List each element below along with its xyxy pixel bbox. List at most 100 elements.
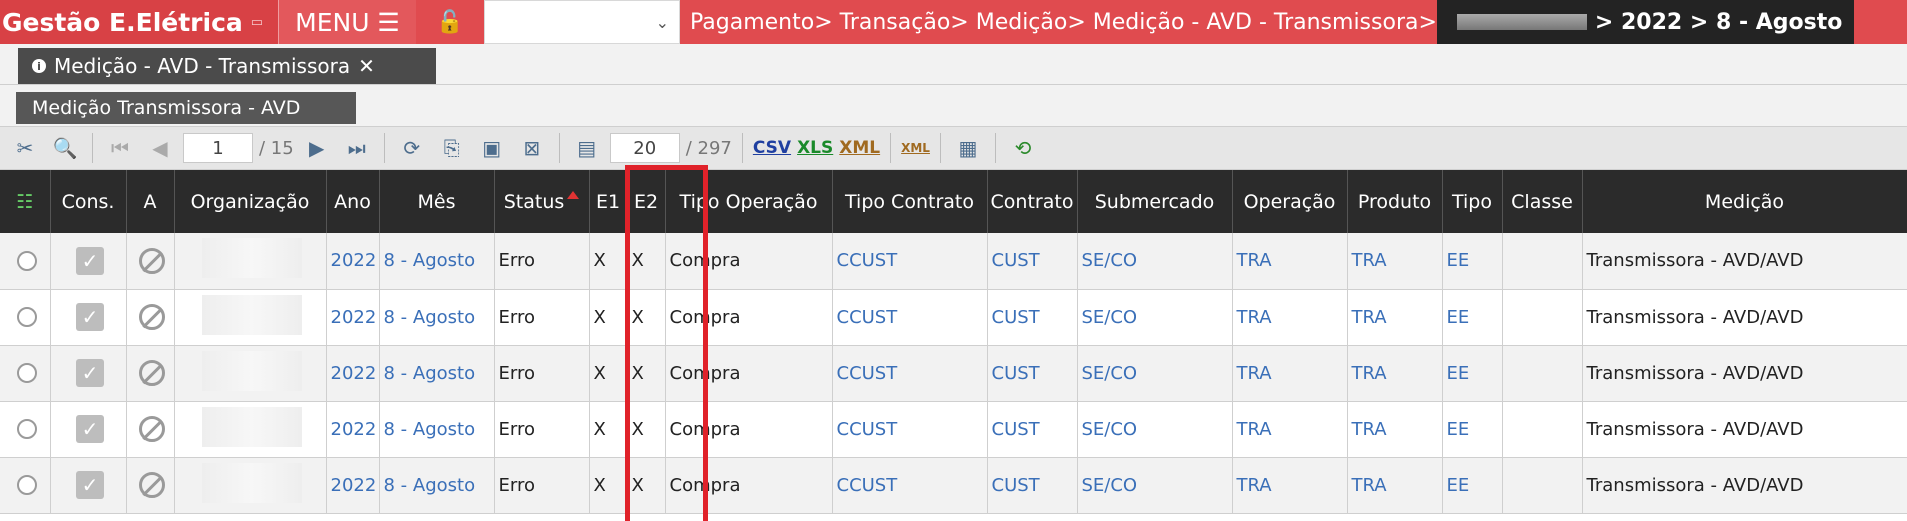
ban-icon[interactable] <box>139 247 165 274</box>
table-cell[interactable]: EE <box>1442 233 1503 290</box>
table-cell[interactable]: SE/CO <box>1077 401 1233 458</box>
table-cell[interactable]: SE/CO <box>1077 289 1233 346</box>
table-row[interactable]: ✓ 2022 8 - Agosto Erro X X Compra CCUST CUST SE/C… <box>0 233 1907 290</box>
ban-icon[interactable] <box>139 416 165 442</box>
table-cell[interactable]: EE <box>1442 401 1503 458</box>
table-row[interactable]: ✓ 2022 8 - Agosto Erro X X Compra CCUST CUST SE/C… <box>0 401 1907 458</box>
table-cell[interactable]: TRA <box>1232 457 1348 514</box>
table-cell[interactable]: TRA <box>1347 345 1443 402</box>
table-cell[interactable]: 2022 <box>326 289 380 346</box>
table-cell[interactable]: 8 - Agosto <box>379 233 495 290</box>
table-cell[interactable]: EE <box>1442 457 1503 514</box>
lock-icon[interactable]: 🔓 <box>416 0 484 44</box>
column-header[interactable]: Tipo Operação <box>665 170 833 233</box>
first-page-icon[interactable]: ⏮ <box>103 131 137 165</box>
table-cell[interactable]: TRA <box>1347 233 1443 290</box>
table-row[interactable]: ✓ 2022 8 - Agosto Erro X X Compra CCUST CUST SE/C… <box>0 345 1907 402</box>
consolidated-checkbox[interactable]: ✓ <box>76 246 104 275</box>
table-cell[interactable]: TRA <box>1232 345 1348 402</box>
table-cell[interactable]: 8 - Agosto <box>379 401 495 458</box>
table-cell[interactable]: TRA <box>1347 401 1443 458</box>
column-header[interactable]: Ano <box>326 170 380 233</box>
consolidated-checkbox[interactable]: ✓ <box>76 471 104 499</box>
table-cell[interactable]: 8 - Agosto <box>379 345 495 402</box>
row-radio[interactable] <box>16 363 37 383</box>
consolidated-checkbox[interactable]: ✓ <box>76 359 104 387</box>
table-cell[interactable]: SE/CO <box>1077 345 1233 402</box>
xls-export-button[interactable]: XLS <box>797 138 833 158</box>
table-cell[interactable]: CUST <box>987 401 1078 458</box>
prev-page-icon[interactable]: ◀ <box>143 131 177 165</box>
table-cell[interactable]: TRA <box>1232 401 1348 458</box>
table-cell[interactable]: CCUST <box>832 457 988 514</box>
column-header[interactable]: A <box>126 170 175 233</box>
table-cell[interactable]: TRA <box>1232 289 1348 346</box>
table-cell[interactable]: 2022 <box>326 233 380 290</box>
table-cell[interactable]: 2022 <box>326 457 380 514</box>
consolidated-checkbox[interactable]: ✓ <box>76 303 104 331</box>
table-cell[interactable]: CUST <box>987 345 1078 402</box>
table-cell[interactable]: TRA <box>1232 233 1348 290</box>
table-cell[interactable]: CUST <box>987 233 1078 290</box>
rows-icon[interactable]: ▤ <box>570 131 604 165</box>
row-radio[interactable] <box>16 307 37 327</box>
layout-icon[interactable]: ▦ <box>951 131 985 165</box>
column-header[interactable]: Submercado <box>1077 170 1233 233</box>
row-radio[interactable] <box>16 250 37 271</box>
table-cell[interactable]: CUST <box>987 289 1078 346</box>
table-cell[interactable]: 8 - Agosto <box>379 289 495 346</box>
search-icon[interactable]: 🔍 <box>48 131 82 165</box>
csv-export-button[interactable]: CSV <box>753 138 791 158</box>
row-radio[interactable] <box>16 419 37 439</box>
rows-input[interactable]: 20 <box>609 133 680 163</box>
consolidated-checkbox[interactable]: ✓ <box>76 415 104 443</box>
table-cell[interactable]: CCUST <box>832 233 988 290</box>
table-cell[interactable]: SE/CO <box>1077 457 1233 514</box>
page-input[interactable]: 1 <box>183 133 253 163</box>
row-radio[interactable] <box>16 475 37 495</box>
column-header[interactable]: Cons. <box>50 170 127 233</box>
table-cell[interactable]: 2022 <box>326 345 380 402</box>
column-header[interactable]: Medição <box>1582 170 1907 233</box>
table-cell[interactable]: CCUST <box>832 401 988 458</box>
table-row[interactable]: ✓ 2022 8 - Agosto Erro X X Compra CCUST CUST SE/C… <box>0 457 1907 514</box>
copy-icon[interactable]: ⎘ <box>435 131 469 165</box>
column-header[interactable]: Classe <box>1502 170 1583 233</box>
column-header[interactable]: Organização <box>174 170 327 233</box>
ban-icon[interactable] <box>139 472 165 498</box>
table-cell[interactable]: SE/CO <box>1077 233 1233 290</box>
table-cell[interactable]: TRA <box>1347 289 1443 346</box>
close-icon[interactable]: ✕ <box>358 54 375 78</box>
table-row[interactable]: ✓ 2022 8 - Agosto Erro X X Compra CCUST CUST SE/C… <box>0 289 1907 346</box>
table-cell[interactable]: 2022 <box>326 401 380 458</box>
column-header[interactable]: Contrato <box>987 170 1078 233</box>
context-select[interactable]: ⌄ <box>484 0 680 44</box>
delete-icon[interactable]: ⊠ <box>515 131 549 165</box>
column-header[interactable]: Mês <box>379 170 495 233</box>
tab-medicao[interactable]: i Medição - AVD - Transmissora ✕ <box>18 48 436 84</box>
column-header[interactable]: Tipo <box>1442 170 1503 233</box>
column-header[interactable]: E1 <box>589 170 628 233</box>
table-cell[interactable]: CCUST <box>832 345 988 402</box>
last-page-icon[interactable]: ⏭ <box>340 131 374 165</box>
form-icon[interactable]: ▣ <box>475 131 509 165</box>
table-cell[interactable]: CUST <box>987 457 1078 514</box>
column-header-status[interactable]: Status <box>494 170 590 233</box>
app-title[interactable]: Gestão E.Elétrica ▭ <box>0 0 278 44</box>
table-cell[interactable]: EE <box>1442 289 1503 346</box>
refresh-icon[interactable]: ⟳ <box>395 131 429 165</box>
column-header[interactable]: Produto <box>1347 170 1443 233</box>
table-cell[interactable]: 8 - Agosto <box>379 457 495 514</box>
column-header[interactable]: E2 <box>627 170 666 233</box>
xml-import-button[interactable]: XML <box>901 141 930 155</box>
ban-icon[interactable] <box>139 360 165 386</box>
tools-icon[interactable]: ✂ <box>8 131 42 165</box>
column-header[interactable]: Operação <box>1232 170 1348 233</box>
sync-icon[interactable]: ⟲ <box>1006 131 1040 165</box>
table-cell[interactable]: TRA <box>1347 457 1443 514</box>
ban-icon[interactable] <box>139 304 165 330</box>
sort-icon[interactable] <box>567 190 580 199</box>
select-column-icon[interactable]: ☷ <box>0 170 51 233</box>
table-cell[interactable]: CCUST <box>832 289 988 346</box>
table-cell[interactable]: EE <box>1442 345 1503 402</box>
